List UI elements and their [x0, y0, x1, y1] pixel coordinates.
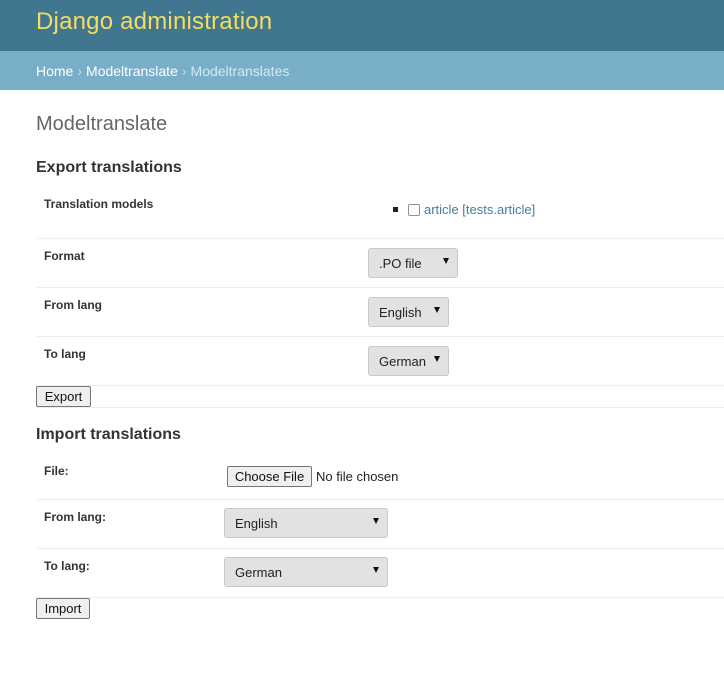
import-button[interactable]: Import: [36, 598, 90, 619]
page-title: Modeltranslate: [36, 113, 168, 135]
import-to-lang-label: To lang:: [44, 559, 90, 573]
chevron-down-icon: [373, 518, 379, 524]
import-from-lang-label: From lang:: [44, 510, 106, 524]
row-divider: [36, 385, 724, 386]
chevron-down-icon: [434, 356, 440, 362]
row-divider: [36, 287, 724, 288]
row-divider: [36, 499, 724, 500]
choose-file-button[interactable]: Choose File: [227, 466, 312, 487]
row-divider: [36, 407, 724, 408]
translation-models-label: Translation models: [44, 197, 154, 211]
row-divider: [36, 336, 724, 337]
file-label: File:: [44, 464, 69, 478]
file-status: No file chosen: [316, 469, 399, 484]
format-label: Format: [44, 249, 85, 263]
export-section-title: Export translations: [36, 159, 182, 176]
export-to-lang-select[interactable]: German: [368, 346, 449, 376]
site-header: Django administration: [0, 0, 724, 51]
import-from-lang-value: English: [235, 516, 278, 531]
breadcrumb-separator: ›: [77, 63, 83, 79]
export-to-lang-label: To lang: [44, 347, 86, 361]
row-divider: [36, 238, 724, 239]
row-divider: [36, 548, 724, 549]
format-select[interactable]: .PO file: [368, 248, 458, 278]
site-name[interactable]: Django administration: [36, 8, 272, 36]
import-from-lang-select[interactable]: English: [224, 508, 388, 538]
export-to-lang-value: German: [379, 354, 426, 369]
breadcrumb: Home › Modeltranslate › Modeltranslates: [0, 51, 724, 90]
export-from-lang-label: From lang: [44, 298, 103, 312]
format-select-value: .PO file: [379, 256, 422, 271]
list-bullet: [393, 207, 398, 212]
import-to-lang-select[interactable]: German: [224, 557, 388, 587]
chevron-down-icon: [443, 258, 449, 264]
row-divider: [36, 597, 724, 598]
breadcrumb-separator: ›: [181, 63, 187, 79]
export-from-lang-value: English: [379, 305, 422, 320]
breadcrumb-app-link[interactable]: Modeltranslate: [86, 63, 178, 79]
breadcrumb-home-link[interactable]: Home: [36, 63, 73, 79]
breadcrumb-current: Modeltranslates: [190, 63, 290, 79]
import-to-lang-value: German: [235, 565, 282, 580]
export-from-lang-select[interactable]: English: [368, 297, 449, 327]
export-button[interactable]: Export: [36, 386, 91, 407]
chevron-down-icon: [434, 307, 440, 313]
import-section-title: Import translations: [36, 426, 181, 443]
article-checkbox[interactable]: [408, 204, 420, 216]
article-model-link[interactable]: article [tests.article]: [424, 202, 535, 217]
chevron-down-icon: [373, 567, 379, 573]
